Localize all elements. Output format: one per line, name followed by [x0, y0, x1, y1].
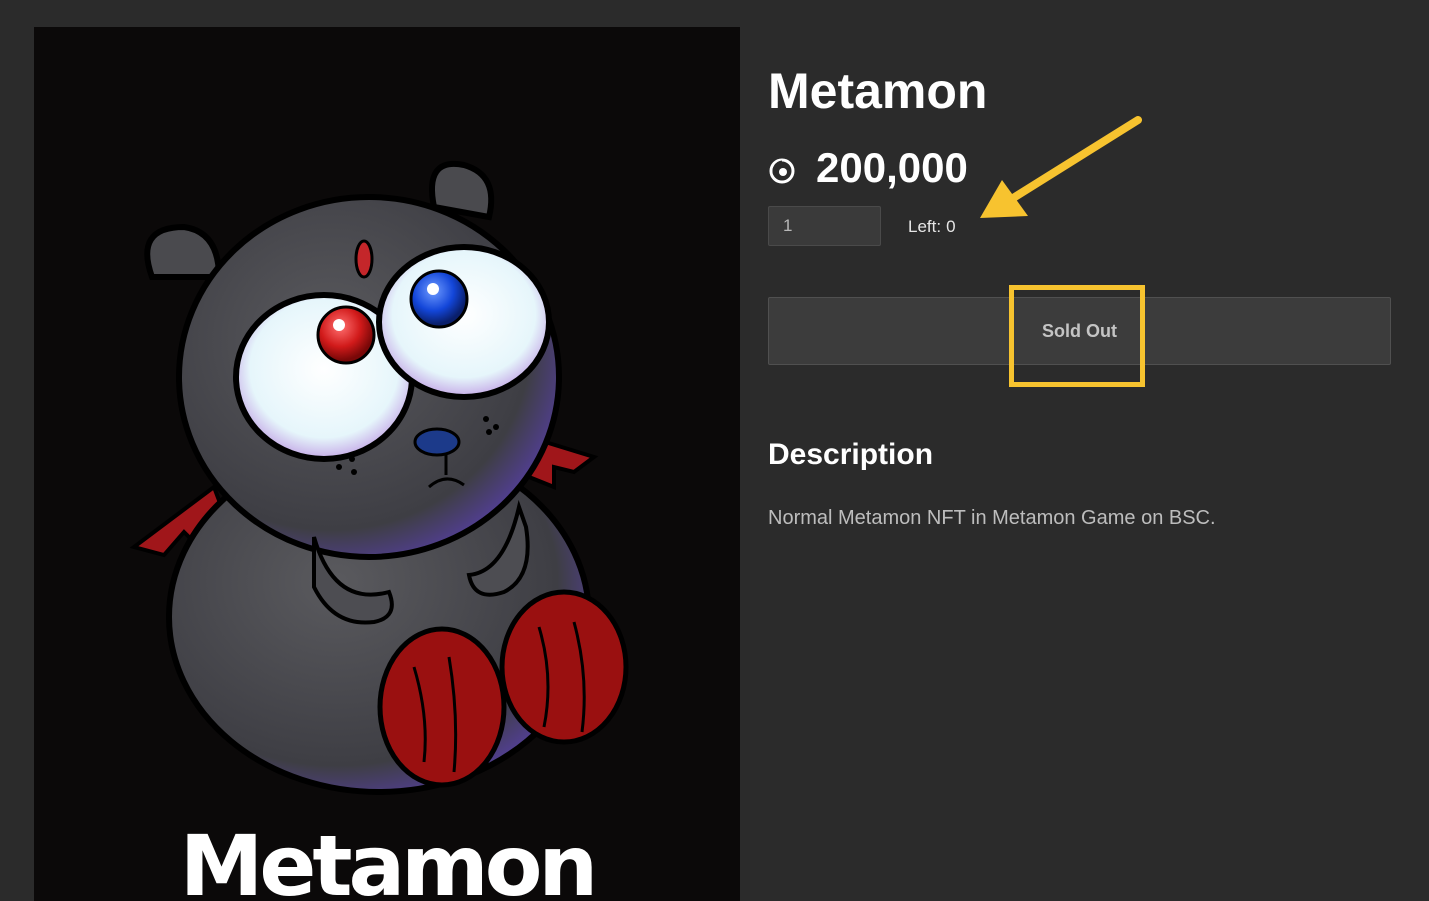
- stock-left: Left: 0: [908, 217, 956, 237]
- nft-image: Metamon: [34, 27, 740, 901]
- price-row: 200,000: [768, 144, 968, 191]
- stock-left-label: Left:: [908, 217, 942, 236]
- product-detail-panel: Metamon 200,000 Left: 0 Sold Out Descrip…: [768, 0, 1391, 901]
- description-text: Normal Metamon NFT in Metamon Game on BS…: [768, 507, 1216, 529]
- description-heading: Description: [768, 438, 934, 471]
- quantity-input[interactable]: [768, 206, 881, 246]
- arrow-annotation: [980, 116, 1142, 218]
- sold-out-button[interactable]: Sold Out: [768, 297, 1391, 365]
- price-value: 200,000: [816, 144, 968, 191]
- stock-left-value: 0: [946, 217, 956, 236]
- product-title: Metamon: [768, 63, 988, 119]
- nft-image-caption: Metamon: [179, 817, 598, 901]
- metamon-illustration: [129, 160, 629, 795]
- token-icon: [769, 158, 795, 184]
